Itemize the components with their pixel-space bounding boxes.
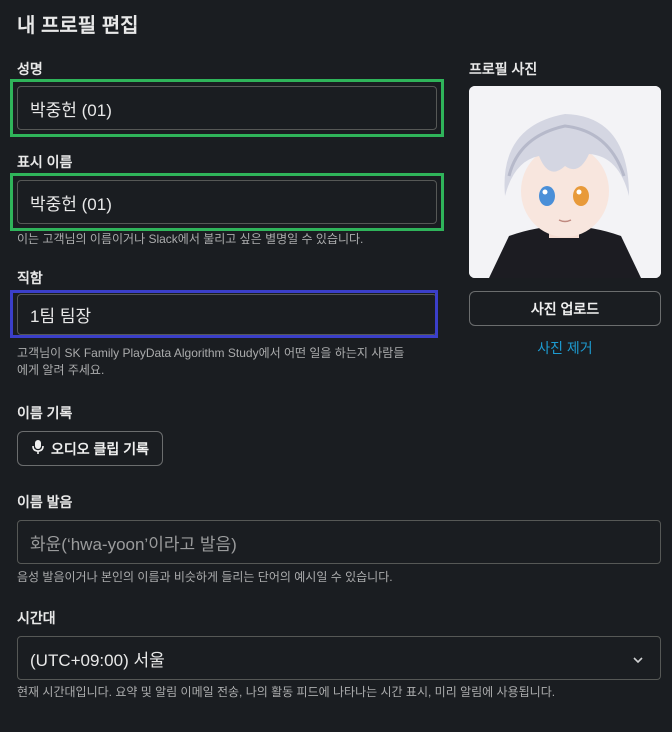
- microphone-icon: [31, 439, 45, 458]
- display-name-hint: 이는 고객님의 이름이거나 Slack에서 불리고 싶은 별명일 수 있습니다.: [17, 232, 364, 246]
- pronunciation-hint: 음성 발음이거나 본인의 이름과 비슷하게 들리는 단어의 예시일 수 있습니다…: [17, 570, 393, 584]
- profile-photo: [469, 86, 661, 278]
- page-title: 내 프로필 편집: [17, 15, 139, 37]
- chevron-down-icon: [632, 651, 644, 671]
- full-name-label: 성명: [17, 61, 43, 77]
- record-audio-clip-label: 오디오 클립 기록: [51, 440, 149, 457]
- pronunciation-label: 이름 발음: [17, 494, 73, 510]
- pronunciation-field[interactable]: 화윤(‘hwa-yoon’이라고 발음): [17, 520, 661, 564]
- name-recording-label: 이름 기록: [17, 405, 73, 421]
- job-title-field[interactable]: 1팀 팀장: [17, 294, 437, 335]
- job-title-hint-line2: 에게 알려 주세요.: [17, 363, 105, 377]
- job-title-label: 직함: [17, 270, 43, 286]
- job-title-hint-line1: 고객님이 SK Family PlayData Algorithm Study에…: [17, 346, 405, 360]
- full-name-field[interactable]: 박중헌 (01): [17, 86, 437, 130]
- timezone-select[interactable]: (UTC+09:00) 서울: [17, 636, 661, 680]
- job-title-hint: 고객님이 SK Family PlayData Algorithm Study에…: [17, 345, 404, 379]
- display-name-label: 표시 이름: [17, 154, 73, 170]
- display-name-field[interactable]: 박중헌 (01): [17, 180, 437, 224]
- avatar: [469, 86, 661, 278]
- upload-photo-label: 사진 업로드: [530, 300, 600, 317]
- record-audio-clip-button[interactable]: 오디오 클립 기록: [17, 431, 163, 466]
- upload-photo-button[interactable]: 사진 업로드: [469, 291, 661, 326]
- timezone-hint: 현재 시간대입니다. 요약 및 알림 이메일 전송, 나의 활동 피드에 나타나…: [17, 685, 556, 699]
- remove-photo-link[interactable]: 사진 제거: [469, 338, 661, 358]
- timezone-label: 시간대: [17, 610, 56, 626]
- profile-photo-label: 프로필 사진: [469, 61, 538, 77]
- timezone-selected-value: (UTC+09:00) 서울: [30, 650, 165, 670]
